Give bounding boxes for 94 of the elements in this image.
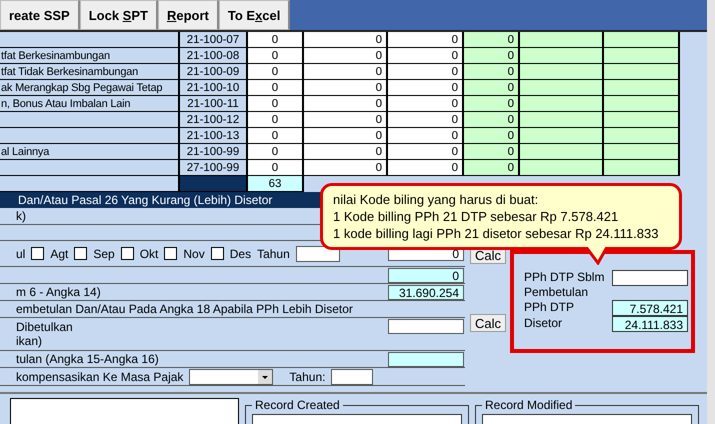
code-cell: 21-100-08 bbox=[180, 48, 248, 64]
table-cell: 0 bbox=[304, 96, 388, 112]
month-checkbox[interactable] bbox=[74, 247, 88, 260]
table-cell: 0 bbox=[304, 64, 388, 80]
table-cell: 0 bbox=[464, 64, 520, 80]
table-cell: 0 bbox=[388, 144, 464, 160]
table-cell: 0 bbox=[248, 96, 304, 112]
toolbar-button[interactable]: reate SSP bbox=[0, 0, 80, 30]
table-cell: 0 bbox=[388, 128, 464, 144]
code-cell: 21-100-13 bbox=[180, 128, 248, 144]
table-cell: 0 bbox=[304, 144, 388, 160]
table-cell: 0 bbox=[464, 128, 520, 144]
table-cell: 0 bbox=[464, 144, 520, 160]
code-cell: 27-100-99 bbox=[180, 160, 248, 176]
table-cell: 0 bbox=[248, 64, 304, 80]
table-cell: 0 bbox=[304, 160, 388, 176]
table-cell: 0 bbox=[388, 64, 464, 80]
table-cell: 0 bbox=[388, 160, 464, 176]
amount-field: 31.690.254 bbox=[388, 284, 464, 300]
table-cell bbox=[180, 176, 248, 192]
dtp-input[interactable] bbox=[612, 270, 688, 286]
form-label: ikan) bbox=[16, 334, 42, 348]
field-label: Disetor bbox=[524, 316, 564, 332]
month-label: Sep bbox=[93, 246, 115, 260]
amount-field: 24.111.833 bbox=[612, 316, 688, 332]
code-cell: 21-100-10 bbox=[180, 80, 248, 96]
form-label: ul bbox=[16, 246, 26, 260]
callout-line: 1 kode billing lagi PPh 21 disetor sebesar Rp 24.111.833 bbox=[333, 225, 658, 242]
table-cell: 0 bbox=[304, 112, 388, 128]
dropdown-icon bbox=[258, 370, 272, 384]
amount-field[interactable] bbox=[388, 319, 464, 334]
form-label: tulan (Angka 15-Angka 16) bbox=[16, 352, 159, 366]
row-label: ak Merangkap Sbg Pegawai Tetap bbox=[0, 80, 180, 96]
row-label: tfat Tidak Berkesinambungan bbox=[0, 64, 180, 80]
table-cell: 0 bbox=[388, 112, 464, 128]
table-cell: 0 bbox=[388, 80, 464, 96]
form-label: k) bbox=[16, 209, 26, 223]
toolbar-button[interactable]: Report bbox=[158, 0, 219, 30]
field-label: PPh DTP Sblm Pembetulan bbox=[524, 270, 606, 300]
table-cell: 0 bbox=[464, 96, 520, 112]
month-label: Okt bbox=[140, 246, 158, 260]
group-title: Record Created bbox=[254, 398, 341, 412]
table-cell: 0 bbox=[388, 48, 464, 64]
table-cell: 0 bbox=[304, 128, 388, 144]
table-cell: 0 bbox=[248, 32, 304, 48]
year-input[interactable] bbox=[331, 368, 374, 384]
form-label: kompensasikan Ke Masa Pajak bbox=[16, 370, 184, 384]
table-cell: 0 bbox=[464, 160, 520, 176]
table-cell: 0 bbox=[464, 32, 520, 48]
calc-button[interactable]: Calc bbox=[470, 314, 506, 332]
code-cell: 21-100-07 bbox=[180, 32, 248, 48]
year-input[interactable] bbox=[296, 246, 340, 262]
code-cell: 21-100-11 bbox=[180, 96, 248, 112]
callout-line: 1 Kode billing PPh 21 DTP sebesar Rp 7.578.421 bbox=[333, 208, 618, 225]
month-checkbox[interactable] bbox=[210, 247, 224, 260]
form-label: Dibetulkan bbox=[16, 320, 73, 334]
row-label: n, Bonus Atau Imbalan Lain bbox=[0, 96, 180, 112]
table-cell: 0 bbox=[388, 32, 464, 48]
code-cell: 21-100-09 bbox=[180, 64, 248, 80]
code-cell: 21-100-12 bbox=[180, 112, 248, 128]
amount-field: 7.578.421 bbox=[612, 300, 688, 316]
month-label: Agt bbox=[50, 246, 68, 260]
toolbar-button[interactable]: Lock SPT bbox=[80, 0, 158, 30]
table-cell: 0 bbox=[464, 80, 520, 96]
form-label: m 6 - Angka 14) bbox=[16, 285, 101, 299]
row-label: al Lainnya bbox=[0, 144, 180, 160]
amount-field: 0 bbox=[388, 268, 464, 282]
total-cell: 63 bbox=[248, 176, 304, 192]
toolbar-button[interactable]: To Excel bbox=[218, 0, 290, 30]
month-checkbox[interactable] bbox=[31, 247, 44, 260]
year-label: Tahun: bbox=[289, 370, 326, 384]
table-cell: 0 bbox=[304, 48, 388, 64]
table-cell: 0 bbox=[388, 96, 464, 112]
table-cell: 0 bbox=[248, 144, 304, 160]
month-label: Des bbox=[230, 246, 252, 260]
code-cell: 21-100-99 bbox=[180, 144, 248, 160]
row-label: tfat Berkesinambungan bbox=[0, 48, 180, 64]
year-label: Tahun bbox=[257, 246, 290, 260]
group-title: Record Modified bbox=[484, 398, 574, 412]
table-cell: 0 bbox=[248, 48, 304, 64]
period-dropdown[interactable] bbox=[189, 368, 274, 384]
table-cell: 0 bbox=[248, 112, 304, 128]
month-label: Nov bbox=[183, 246, 205, 260]
table-cell: 0 bbox=[304, 80, 388, 96]
table-cell: 0 bbox=[248, 128, 304, 144]
table-cell: 0 bbox=[304, 32, 388, 48]
table-cell: 0 bbox=[464, 48, 520, 64]
month-checkbox[interactable] bbox=[164, 247, 178, 260]
table-cell: 0 bbox=[248, 160, 304, 176]
field-label: PPh DTP bbox=[524, 300, 576, 316]
table-cell: 0 bbox=[464, 112, 520, 128]
table-cell: 0 bbox=[248, 80, 304, 96]
month-checkbox[interactable] bbox=[120, 247, 134, 260]
form-label: embetulan Dan/Atau Pada Angka 18 Apabila PPh Lebih Disetor bbox=[16, 302, 353, 316]
